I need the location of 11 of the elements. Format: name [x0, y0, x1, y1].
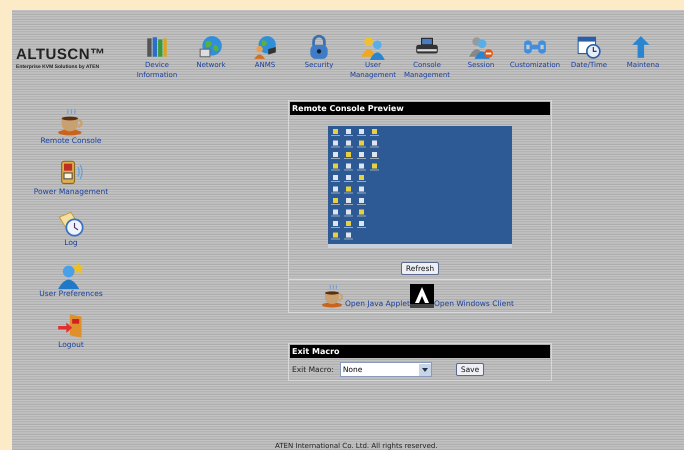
dropdown-caret-icon — [418, 364, 431, 376]
globe-user-icon — [252, 34, 278, 60]
globe-icon — [198, 34, 224, 60]
user-star-icon — [57, 261, 85, 289]
coffee-cup-icon — [321, 284, 345, 308]
log-clock-icon — [57, 210, 85, 238]
calendar-clock-icon — [576, 34, 602, 60]
coffee-cup-icon — [56, 108, 85, 136]
panel-title: Remote Console Preview — [290, 102, 550, 115]
letter-a-logo-icon — [410, 284, 434, 308]
panel-title: Exit Macro — [290, 345, 550, 358]
